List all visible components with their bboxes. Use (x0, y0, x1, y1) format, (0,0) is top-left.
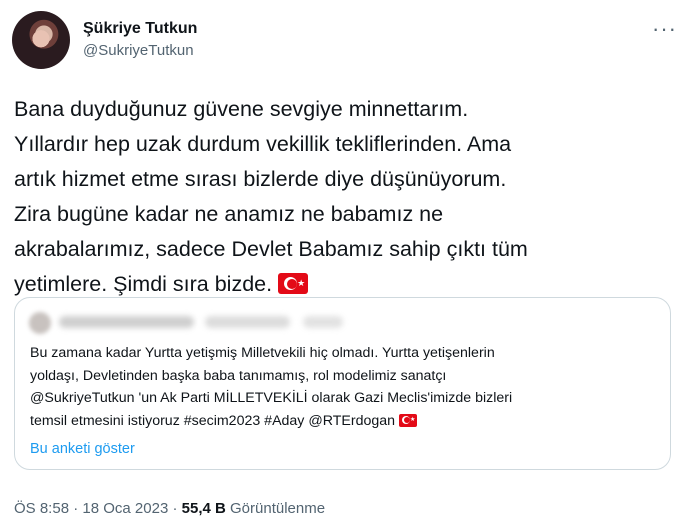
tweet-time[interactable]: ÖS 8:58 (14, 500, 69, 517)
views-count[interactable]: 55,4 B (182, 500, 226, 517)
tweet-text: Bana duyduğunuz güvene sevgiye minnettar… (14, 97, 528, 296)
quoted-author-name-blurred (59, 316, 194, 328)
tweet-meta: ÖS 8:58 · 18 Oca 2023 · 55,4 B Görüntüle… (14, 500, 325, 517)
quoted-tweet[interactable]: Bu zamana kadar Yurtta yetişmiş Milletve… (14, 297, 671, 470)
quoted-tweet-body: Bu zamana kadar Yurtta yetişmiş Milletve… (30, 342, 660, 432)
turkey-flag-icon: ★ (399, 413, 418, 427)
views-label: Görüntülenme (225, 500, 326, 517)
quoted-author-avatar-blurred (29, 312, 51, 334)
quoted-time-blurred (303, 316, 343, 328)
tweet: Şükriye Tutkun @SukriyeTutkun ··· Bana d… (0, 0, 700, 531)
show-poll-link[interactable]: Bu anketi göster (30, 441, 135, 457)
author-handle[interactable]: @SukriyeTutkun (83, 42, 194, 59)
quoted-author-handle-blurred (205, 316, 290, 328)
author-name[interactable]: Şükriye Tutkun (83, 20, 197, 38)
meta-separator: · (168, 500, 182, 517)
tweet-body: Bana duyduğunuz güvene sevgiye minnettar… (14, 92, 678, 302)
meta-separator: · (69, 500, 83, 517)
author-avatar[interactable] (12, 11, 70, 69)
quoted-tweet-text: Bu zamana kadar Yurtta yetişmiş Milletve… (30, 345, 513, 429)
turkey-flag-icon: ★ (278, 273, 309, 294)
more-horizontal-icon[interactable]: ··· (652, 16, 677, 42)
tweet-date[interactable]: 18 Oca 2023 (82, 500, 168, 517)
